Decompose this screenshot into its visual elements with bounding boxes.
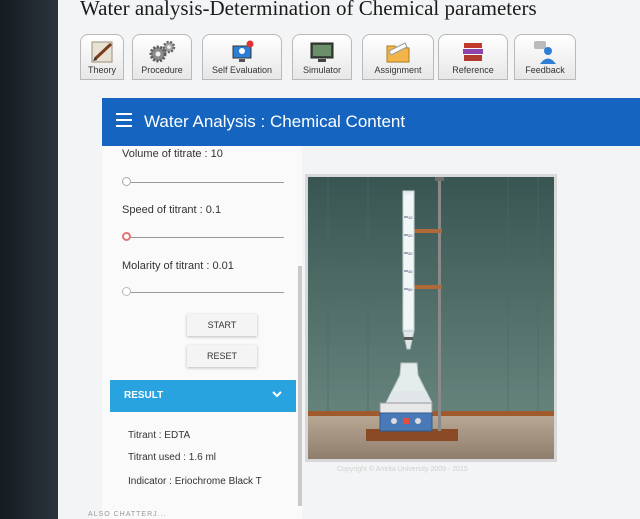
tab-label: Self Evaluation [211,65,273,75]
slider-thumb[interactable] [122,232,131,241]
page-title: Water analysis-Determination of Chemical… [80,0,537,20]
tick-label: 30 [408,251,413,256]
reset-button[interactable]: RESET [187,345,257,367]
browser-screen: Water analysis-Determination of Chemical… [58,0,640,519]
result-titrant: Titrant : EDTA [128,430,191,441]
volume-label: Volume of titrate : 10 [122,148,223,160]
tab-bar: Theory Procedure Self Evaluation Simulat… [80,34,640,84]
slider-thumb[interactable] [122,177,131,186]
tab-self-evaluation[interactable]: Self Evaluation [202,34,282,80]
app-header: Water Analysis : Chemical Content [102,98,640,146]
folder-icon [386,42,410,63]
pencil-icon [91,41,113,63]
volume-slider[interactable] [122,176,284,188]
slider-thumb[interactable] [122,287,131,296]
gears-icon [149,40,176,63]
molarity-label: Molarity of titrant : 0.01 [122,260,234,272]
tab-reference[interactable]: Reference [438,34,508,80]
tab-feedback[interactable]: Feedback [514,34,576,80]
tab-label: Simulator [302,65,341,75]
tab-theory[interactable]: Theory [80,34,124,80]
tab-procedure[interactable]: Procedure [132,34,192,80]
tab-label: Feedback [525,65,565,75]
result-accordion[interactable]: RESULT [110,380,296,412]
tick-label: 10 [408,215,413,220]
molarity-slider[interactable] [122,286,284,298]
titration-apparatus: 10 20 30 40 50 [308,177,554,459]
simulator-canvas: 10 20 30 40 50 [305,174,557,462]
result-titrant-used: Titrant used : 1.6 ml [128,452,216,463]
slider-track [122,237,284,238]
tab-label: Procedure [141,65,183,75]
footer-text: ALSO CHATTERJ... [88,511,167,518]
chevron-down-icon [272,391,282,398]
header-title: Water Analysis : Chemical Content [144,112,406,131]
result-header: RESULT [124,390,164,401]
tab-label: Reference [452,65,494,75]
stand-rod-cap [435,177,444,181]
stand-rod [438,181,441,431]
books-icon [463,43,483,61]
copyright-text: Copyright © Amrita University 2009 - 201… [337,466,468,473]
stirrer-indicator [403,418,409,424]
slider-track [122,182,284,183]
tab-assignment[interactable]: Assignment [362,34,434,80]
stirrer-knob[interactable] [391,418,397,424]
speed-slider[interactable] [122,231,284,243]
stopcock[interactable] [404,337,413,340]
controls-panel: Volume of titrate : 10 Speed of titrant … [102,146,302,519]
monitor-icon [310,42,334,62]
tick-label: 20 [408,233,413,238]
speed-label: Speed of titrant : 0.1 [122,204,222,216]
stirrer-knob[interactable] [415,418,421,424]
tick-label: 40 [408,269,413,274]
tick-label: 50 [408,287,413,292]
tab-simulator[interactable]: Simulator [292,34,352,80]
hamburger-menu-icon[interactable] [116,113,132,127]
screen-bezel [0,0,58,519]
flask-solution [386,391,432,403]
slider-track [122,292,284,293]
panel-scrollbar[interactable] [298,266,302,506]
person-speech-icon [534,41,556,64]
monitor-user-icon [232,40,254,62]
start-button[interactable]: START [187,314,257,336]
stirrer-top [379,402,433,414]
tab-label: Theory [87,65,116,75]
tab-label: Assignment [374,65,422,75]
result-indicator: Indicator : Eriochrome Black T [128,476,262,487]
